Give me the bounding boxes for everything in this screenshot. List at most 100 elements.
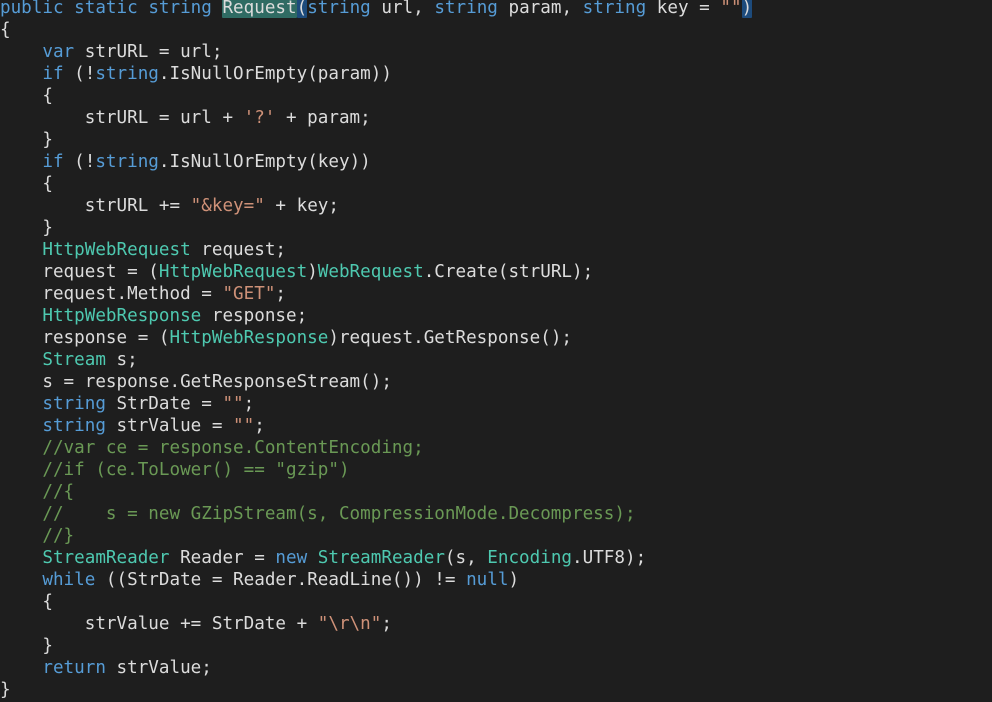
code-line[interactable]: strURL = url + '?' + param; [0, 107, 992, 129]
code-token-default: .IsNullOrEmpty(param)) [158, 64, 392, 84]
code-line[interactable]: public static string Request(string url,… [0, 0, 992, 19]
code-token-default [0, 526, 42, 546]
code-token-keyword: string [434, 0, 498, 18]
code-token-comment: // s = new GZipStream(s, CompressionMode… [42, 504, 636, 524]
code-line[interactable]: { [0, 85, 992, 107]
code-token-default [0, 350, 42, 370]
code-line[interactable]: //{ [0, 481, 992, 503]
code-token-default [0, 658, 42, 678]
code-token-default: ; [254, 416, 265, 436]
code-token-default [0, 42, 42, 62]
code-line[interactable]: } [0, 679, 992, 701]
code-line[interactable]: s = response.GetResponseStream(); [0, 371, 992, 393]
code-token-default: .Create(strURL); [423, 262, 594, 282]
code-editor-viewport[interactable]: public static string Request(string url,… [0, 0, 992, 702]
code-token-default: } [0, 636, 53, 656]
code-line[interactable]: if (!string.IsNullOrEmpty(key)) [0, 151, 992, 173]
code-line[interactable]: if (!string.IsNullOrEmpty(param)) [0, 63, 992, 85]
code-token-string: "" [222, 394, 244, 414]
code-token-default: ; [275, 284, 287, 304]
code-line[interactable]: string StrDate = ""; [0, 393, 992, 415]
code-line[interactable]: strValue += StrDate + "\r\n"; [0, 613, 992, 635]
code-token-comment: //{ [42, 482, 75, 502]
code-token-default [0, 416, 42, 436]
code-line[interactable]: while ((StrDate = Reader.ReadLine()) != … [0, 569, 992, 591]
code-token-ref-highlight: Request [222, 0, 297, 18]
code-token-keyword: static [74, 0, 138, 18]
code-token-keyword: string [148, 0, 212, 18]
code-token-type: WebRequest [317, 262, 424, 282]
code-token-comment: //} [42, 526, 75, 546]
code-token-keyword: string [42, 416, 106, 436]
code-token-type: Encoding [487, 548, 573, 568]
code-line[interactable]: //var ce = response.ContentEncoding; [0, 437, 992, 459]
code-token-default: response = ( [0, 328, 170, 348]
code-token-default: strURL += [0, 196, 191, 216]
code-line[interactable]: // s = new GZipStream(s, CompressionMode… [0, 503, 992, 525]
code-line[interactable]: { [0, 591, 992, 613]
code-token-default: ; [381, 614, 392, 634]
code-line[interactable]: HttpWebRequest request; [0, 239, 992, 261]
code-token-string: "" [233, 416, 255, 436]
code-token-string: "&key=" [190, 196, 265, 216]
code-token-default [212, 0, 223, 18]
code-line[interactable]: //} [0, 525, 992, 547]
code-token-keyword: string [95, 64, 159, 84]
code-line[interactable]: { [0, 19, 992, 41]
code-token-keyword: new [275, 548, 308, 568]
code-token-keyword: if [42, 64, 64, 84]
code-token-default [0, 570, 42, 590]
code-line[interactable]: { [0, 173, 992, 195]
code-token-default: key = [646, 0, 721, 18]
code-token-default: s = response.GetResponseStream(); [0, 372, 392, 392]
code-line[interactable]: StreamReader Reader = new StreamReader(s… [0, 547, 992, 569]
code-token-default: strValue += StrDate + [0, 614, 318, 634]
code-token-default: (! [63, 64, 96, 84]
code-token-keyword: if [42, 152, 64, 172]
code-token-keyword: null [466, 570, 509, 590]
code-line[interactable]: var strURL = url; [0, 41, 992, 63]
code-token-default [0, 394, 42, 414]
code-token-default [0, 240, 42, 260]
code-line[interactable]: HttpWebResponse response; [0, 305, 992, 327]
code-token-default [0, 64, 42, 84]
code-line[interactable]: } [0, 635, 992, 657]
code-line[interactable]: strURL += "&key=" + key; [0, 195, 992, 217]
code-text-surface[interactable]: public static string Request(string url,… [0, 0, 992, 701]
code-line[interactable]: } [0, 129, 992, 151]
code-line[interactable]: Stream s; [0, 349, 992, 371]
code-token-default: strURL = url; [74, 42, 223, 62]
code-token-default: request.Method = [0, 284, 223, 304]
code-token-default: StrDate = [105, 394, 223, 414]
code-line[interactable]: //if (ce.ToLower() == "gzip") [0, 459, 992, 481]
code-token-type: StreamReader [317, 548, 445, 568]
code-token-default: ) [508, 570, 520, 590]
code-token-keyword: string [307, 0, 371, 18]
code-token-default: { [0, 86, 53, 106]
code-line[interactable]: request.Method = "GET"; [0, 283, 992, 305]
code-line[interactable]: return strValue; [0, 657, 992, 679]
code-token-default [0, 306, 42, 326]
code-line[interactable]: string strValue = ""; [0, 415, 992, 437]
code-token-keyword: string [95, 152, 159, 172]
code-token-default: ((StrDate = Reader.ReadLine()) != [95, 570, 467, 590]
code-token-default: )request.GetResponse(); [328, 328, 572, 348]
code-line[interactable]: response = (HttpWebResponse)request.GetR… [0, 327, 992, 349]
code-token-type: HttpWebRequest [42, 240, 191, 260]
code-token-default [0, 460, 42, 480]
code-token-type: HttpWebRequest [158, 262, 308, 282]
code-token-default: } [0, 130, 53, 150]
code-token-default [0, 548, 42, 568]
code-token-default: response; [201, 306, 308, 326]
code-token-default: .IsNullOrEmpty(key)) [158, 152, 371, 172]
code-token-default: Reader = [169, 548, 276, 568]
code-token-string: "\r\n" [317, 614, 382, 634]
code-token-default: request = ( [0, 262, 159, 282]
code-token-default: request; [190, 240, 287, 260]
code-line[interactable]: } [0, 217, 992, 239]
code-token-default: } [0, 680, 11, 700]
code-token-string: "" [720, 0, 742, 18]
code-line[interactable]: request = (HttpWebRequest)WebRequest.Cre… [0, 261, 992, 283]
code-token-default: ) [307, 262, 318, 282]
code-token-comment: //var ce = response.ContentEncoding; [42, 438, 424, 458]
